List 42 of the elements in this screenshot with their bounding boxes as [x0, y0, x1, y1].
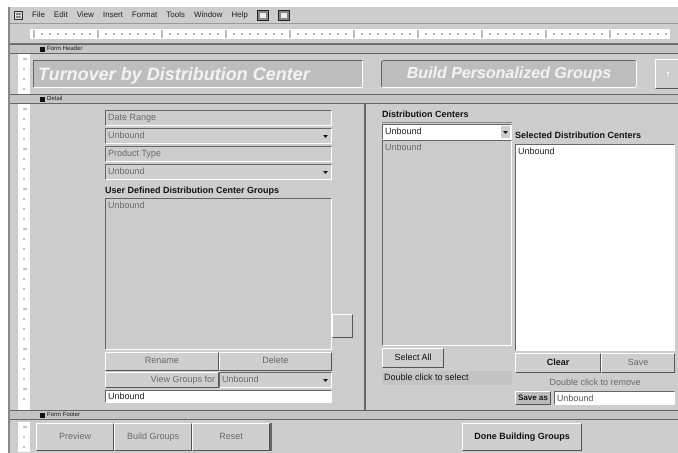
selected-list[interactable]: Unbound: [515, 144, 675, 351]
menu-item[interactable]: View: [76, 9, 94, 21]
field-value: Unbound: [108, 165, 145, 178]
section-marker-icon: [40, 412, 45, 418]
menu-item[interactable]: Help: [231, 9, 248, 21]
menu-item[interactable]: Edit: [54, 9, 68, 21]
tile-windows-icon[interactable]: [278, 10, 290, 20]
menu-item[interactable]: Insert: [102, 9, 123, 21]
dropdown-field[interactable]: Unbound: [219, 372, 332, 388]
list-label: Selected Distribution Centers: [515, 129, 642, 142]
up-arrow-icon: [664, 69, 672, 79]
field-label: View Groups for: [105, 372, 219, 388]
action-button[interactable]: Clear: [515, 353, 601, 373]
form-icon[interactable]: [14, 10, 23, 20]
small-button[interactable]: [332, 314, 353, 338]
dropdown-field[interactable]: Unbound: [105, 164, 332, 180]
field-label: Product Type: [105, 146, 332, 162]
up-arrow-button[interactable]: [655, 59, 678, 89]
save-as-field[interactable]: Unbound: [554, 391, 675, 405]
menu-item[interactable]: Window: [194, 9, 222, 21]
text-field[interactable]: Unbound: [105, 390, 332, 402]
list-label: Distribution Centers: [382, 108, 512, 123]
field-value: Unbound: [108, 129, 145, 142]
dropdown-field[interactable]: Unbound: [382, 124, 512, 140]
hint-text: Double click to select: [382, 371, 512, 385]
select-all-button[interactable]: Select All: [382, 348, 444, 368]
field-value: Unbound: [385, 125, 422, 138]
menu-item[interactable]: Format: [132, 9, 158, 21]
list-item[interactable]: Unbound: [518, 145, 674, 158]
menu-item[interactable]: Tools: [166, 9, 185, 21]
dropdown-field[interactable]: Unbound: [105, 128, 332, 144]
tile-windows-icon[interactable]: [256, 10, 269, 20]
field-label: Save as: [515, 391, 551, 405]
section-marker-icon: [40, 96, 45, 102]
menu-item[interactable]: File: [32, 9, 45, 21]
hint-text: Double click to remove: [548, 376, 642, 389]
done-button[interactable]: Done Building Groups: [462, 422, 582, 450]
field-value: Unbound: [222, 372, 259, 386]
field-label: Date Range: [105, 110, 332, 126]
list-label: User Defined Distribution Center Groups: [105, 184, 280, 197]
section-marker-icon: [40, 46, 45, 52]
vertical-ruler-drawing: [18, 54, 30, 94]
